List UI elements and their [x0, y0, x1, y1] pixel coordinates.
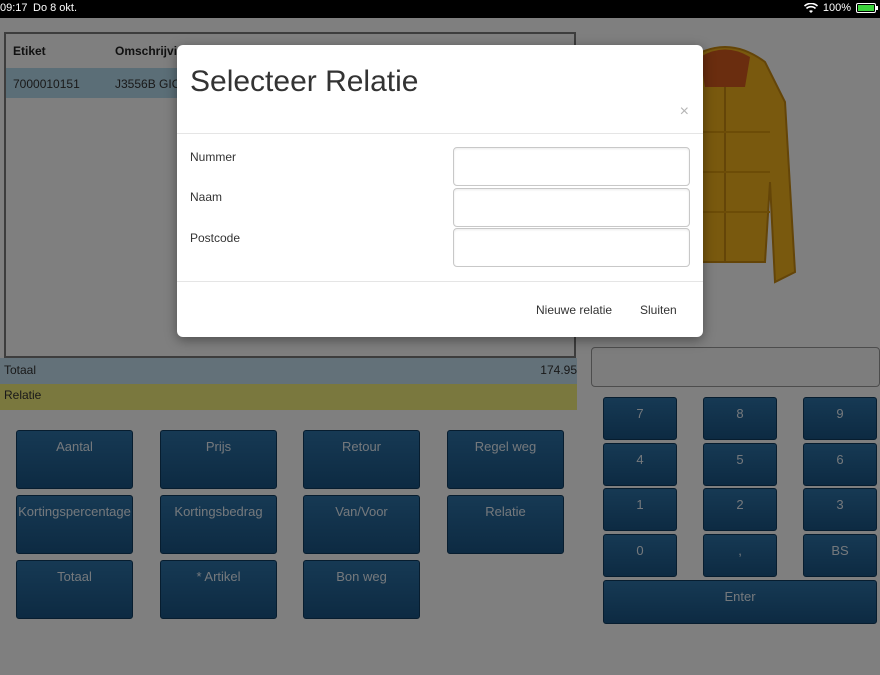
status-date: Do 8 okt.	[33, 2, 78, 14]
nieuwe-relatie-button[interactable]: Nieuwe relatie	[536, 303, 612, 317]
naam-label: Naam	[190, 190, 223, 204]
status-time: 09:17	[0, 2, 28, 14]
naam-input[interactable]	[453, 188, 690, 227]
footer-divider	[177, 281, 703, 282]
header-divider	[177, 133, 703, 134]
nummer-label: Nummer	[190, 150, 237, 164]
battery-percentage: 100%	[822, 2, 851, 14]
nummer-input[interactable]	[453, 147, 690, 186]
battery-icon	[856, 3, 878, 13]
sluiten-button[interactable]: Sluiten	[640, 303, 677, 317]
selecteer-relatie-dialog: Selecteer Relatie × Nummer Naam Postcode…	[177, 45, 703, 337]
close-icon[interactable]: ×	[680, 103, 689, 121]
postcode-label: Postcode	[190, 231, 241, 245]
status-right: 100%	[803, 2, 878, 14]
dialog-title: Selecteer Relatie	[190, 65, 419, 98]
status-bar: 09:17 Do 8 okt. 100%	[0, 0, 880, 18]
postcode-input[interactable]	[453, 228, 690, 267]
wifi-icon	[803, 2, 818, 13]
